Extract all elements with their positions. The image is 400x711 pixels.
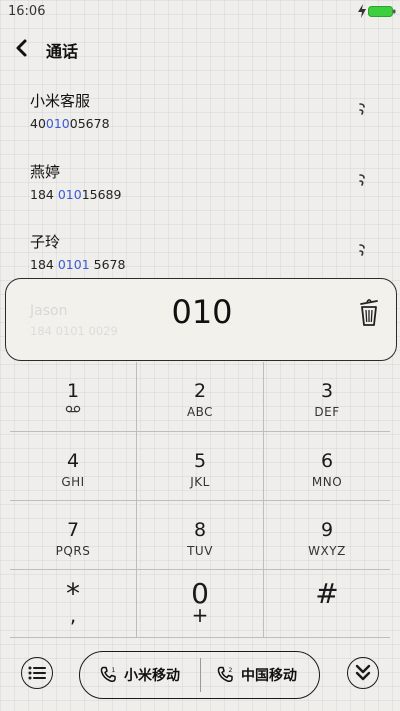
list-icon	[28, 666, 46, 680]
key-0[interactable]: 0 +	[137, 570, 263, 639]
contact-number: 4001005678	[30, 116, 110, 131]
collapse-keypad-button[interactable]	[347, 657, 379, 689]
key-6[interactable]: 6 MNO	[264, 432, 390, 501]
phone-sim2-icon: 2	[217, 666, 233, 683]
phone-sim1-icon: 1	[100, 666, 116, 683]
call-sim2-button[interactable]: 2 中国移动	[201, 652, 321, 698]
key-digit: 3	[320, 380, 334, 402]
trash-icon[interactable]	[358, 297, 380, 327]
key-8[interactable]: 8 TUV	[137, 501, 263, 570]
charging-icon	[358, 4, 366, 18]
battery-icon	[368, 6, 396, 17]
contact-item[interactable]: 小米客服 4001005678	[30, 90, 370, 136]
key-7[interactable]: 7 PQRS	[10, 501, 136, 570]
contact-item[interactable]: 子玲 184 0101 5678	[30, 231, 370, 277]
key-9[interactable]: 9 WXYZ	[264, 501, 390, 570]
status-time: 16:06	[8, 4, 46, 19]
key-letters: ,	[69, 603, 77, 627]
key-letters: DEF	[314, 405, 340, 419]
voicemail-icon	[65, 405, 81, 413]
contact-number: 184 01015689	[30, 187, 122, 202]
dial-display: Jason 184 0101 0029 010	[5, 278, 397, 361]
sim1-label: 小米移动	[124, 668, 180, 684]
key-letters: GHI	[61, 475, 85, 489]
key-letters: JKL	[190, 475, 210, 489]
key-letters: +	[191, 603, 209, 627]
key-digit: 6	[320, 450, 334, 472]
key-digit: 9	[320, 519, 334, 541]
key-digit: 4	[66, 450, 80, 472]
key-letters: ABC	[186, 405, 214, 419]
call-hint-icon[interactable]	[356, 102, 368, 116]
status-bar: 16:06	[0, 0, 400, 24]
sim2-label: 中国移动	[241, 668, 297, 684]
key-letters: PQRS	[55, 544, 91, 558]
key-digit: #	[315, 577, 339, 610]
key-letters: TUV	[187, 544, 213, 558]
key-2[interactable]: 2 ABC	[137, 362, 263, 431]
key-digit: 2	[193, 380, 207, 402]
call-hint-icon[interactable]	[356, 173, 368, 187]
key-letters: MNO	[311, 475, 343, 489]
key-digit: 1	[66, 380, 80, 402]
key-digit: 7	[66, 519, 80, 541]
key-3[interactable]: 3 DEF	[264, 362, 390, 431]
key-letters: WXYZ	[308, 544, 346, 558]
contact-name: 燕婷	[30, 163, 61, 181]
dialed-number: 010	[171, 293, 233, 331]
svg-text:1: 1	[112, 667, 116, 674]
key-1[interactable]: 1	[10, 362, 136, 431]
call-hint-icon[interactable]	[356, 243, 368, 257]
key-4[interactable]: 4 GHI	[10, 432, 136, 501]
double-chevron-down-icon	[355, 664, 371, 681]
key-digit: 5	[193, 450, 207, 472]
dial-keypad: 1 2 ABC 3 DEF 4 GHI 5 JKL 6 MNO 7 PQRS 8…	[10, 362, 390, 638]
contact-name: 子玲	[30, 233, 61, 251]
key-star[interactable]: * ,	[10, 570, 136, 639]
call-sim1-button[interactable]: 1 小米移动	[80, 652, 200, 698]
header: 通话	[0, 30, 400, 66]
bottom-bar: 1 小米移动 2 中国移动	[0, 645, 400, 705]
contact-number: 184 0101 5678	[30, 257, 126, 272]
contact-name: 小米客服	[30, 92, 91, 110]
key-5[interactable]: 5 JKL	[137, 432, 263, 501]
chevron-left-icon[interactable]	[12, 38, 32, 58]
key-hash[interactable]: #	[264, 570, 390, 639]
menu-button[interactable]	[21, 657, 53, 689]
page-title: 通话	[46, 42, 79, 61]
contact-item[interactable]: 燕婷 184 01015689	[30, 161, 370, 207]
sim-call-buttons: 1 小米移动 2 中国移动	[79, 651, 320, 699]
svg-text:2: 2	[229, 667, 233, 674]
key-digit: 8	[193, 519, 207, 541]
